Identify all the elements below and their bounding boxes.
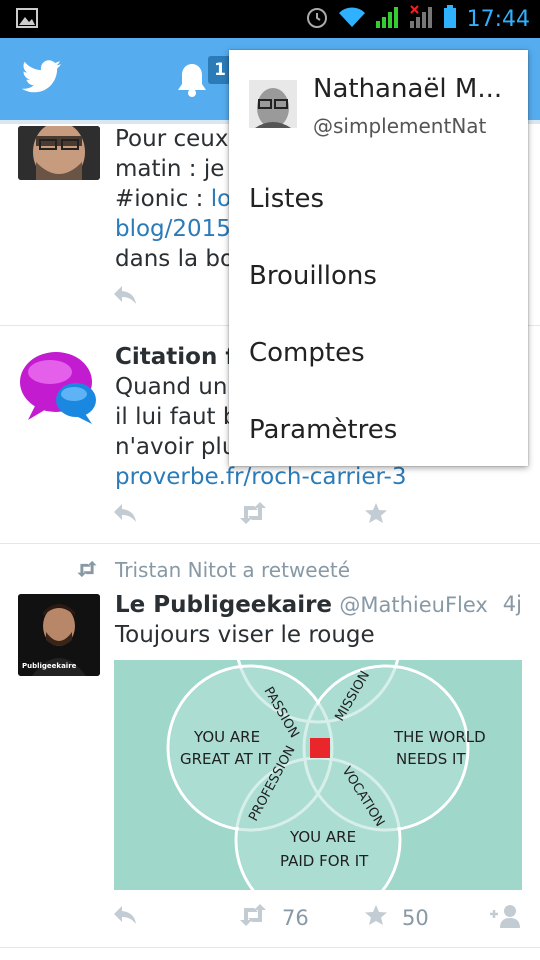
menu-user-handle[interactable]: @simplementNat: [313, 114, 486, 138]
reply-icon[interactable]: [112, 904, 138, 926]
tweet-text-line: Pour ceux: [115, 126, 229, 152]
tweet-link[interactable]: proverbe.fr/roch-carrier-3: [115, 462, 406, 492]
venn-label-great-1: YOU ARE: [193, 728, 260, 746]
hashtag-text: #ionic :: [115, 186, 211, 212]
reply-icon[interactable]: [112, 502, 138, 524]
venn-label-world-1: THE WORLD: [393, 728, 486, 746]
follow-user-icon[interactable]: [488, 904, 522, 928]
menu-user-name[interactable]: Nathanaël M...: [313, 74, 513, 104]
avatar-caption: Publigeekaire: [22, 662, 77, 670]
retweet-icon: [238, 904, 268, 931]
tweet-text: Toujours viser le rouge: [115, 622, 375, 648]
wifi-icon: [337, 5, 367, 33]
tweet-actions: 76 50: [112, 904, 532, 934]
gallery-notification-icon: [16, 8, 38, 32]
venn-label-great-2: GREAT AT IT: [180, 750, 272, 768]
tweet-text-line: matin : je: [115, 156, 225, 182]
menu-item-lists[interactable]: Listes: [249, 174, 509, 224]
menu-item-settings[interactable]: Paramètres: [249, 405, 509, 455]
favorite-star-icon: [364, 904, 388, 931]
tweet-timestamp: 4j: [502, 592, 522, 616]
signal-no-sim-icon: [409, 5, 435, 33]
tweet-text: Pour ceux matin : je #ionic : lo blog/20…: [115, 124, 234, 274]
clock: 17:44: [466, 6, 530, 32]
retweeted-by-label: Tristan Nitot a retweeté: [115, 558, 351, 582]
tweet-text-line: dans la bo: [115, 246, 235, 272]
menu-user-avatar[interactable]: [249, 80, 297, 128]
author-handle[interactable]: @MathieuFlex: [339, 593, 488, 617]
tweet-header: Le Publigeekaire @MathieuFlex: [115, 590, 488, 620]
tweet-link[interactable]: blog/2015: [115, 214, 234, 244]
alarm-icon: [305, 5, 329, 33]
favorite-button[interactable]: 50: [364, 904, 429, 931]
menu-item-accounts[interactable]: Comptes: [249, 328, 509, 378]
author-name[interactable]: Le Publigeekaire: [115, 592, 332, 618]
user-avatar[interactable]: Publigeekaire: [18, 594, 100, 676]
account-dropdown-menu: Nathanaël M... @simplementNat Listes Bro…: [229, 50, 528, 466]
menu-item-drafts[interactable]: Brouillons: [249, 251, 509, 301]
notifications-tab-bell-icon[interactable]: [176, 62, 208, 102]
favorite-count: 50: [402, 905, 429, 930]
home-tab-twitter-icon[interactable]: [22, 60, 62, 98]
tweet-actions: [112, 502, 532, 532]
user-avatar[interactable]: [18, 346, 100, 428]
retweet-icon[interactable]: [238, 502, 268, 524]
user-avatar[interactable]: [18, 126, 100, 180]
retweet-count: 76: [282, 905, 309, 930]
favorite-star-icon[interactable]: [364, 502, 388, 524]
venn-label-paid-1: YOU ARE: [289, 828, 356, 846]
status-bar: 17:44: [0, 0, 540, 38]
venn-label-paid-2: PAID FOR IT: [280, 852, 369, 870]
retweeted-icon: [76, 560, 98, 582]
signal-icon: [375, 5, 401, 33]
reply-icon[interactable]: [112, 284, 138, 306]
battery-icon: [443, 5, 457, 33]
retweet-button[interactable]: 76: [238, 904, 309, 931]
tweet-text-line: #ionic : lo: [115, 184, 234, 214]
tweet-media-image[interactable]: YOU ARE GREAT AT IT THE WORLD NEEDS IT Y…: [114, 660, 522, 890]
venn-label-world-2: NEEDS IT: [396, 750, 466, 768]
